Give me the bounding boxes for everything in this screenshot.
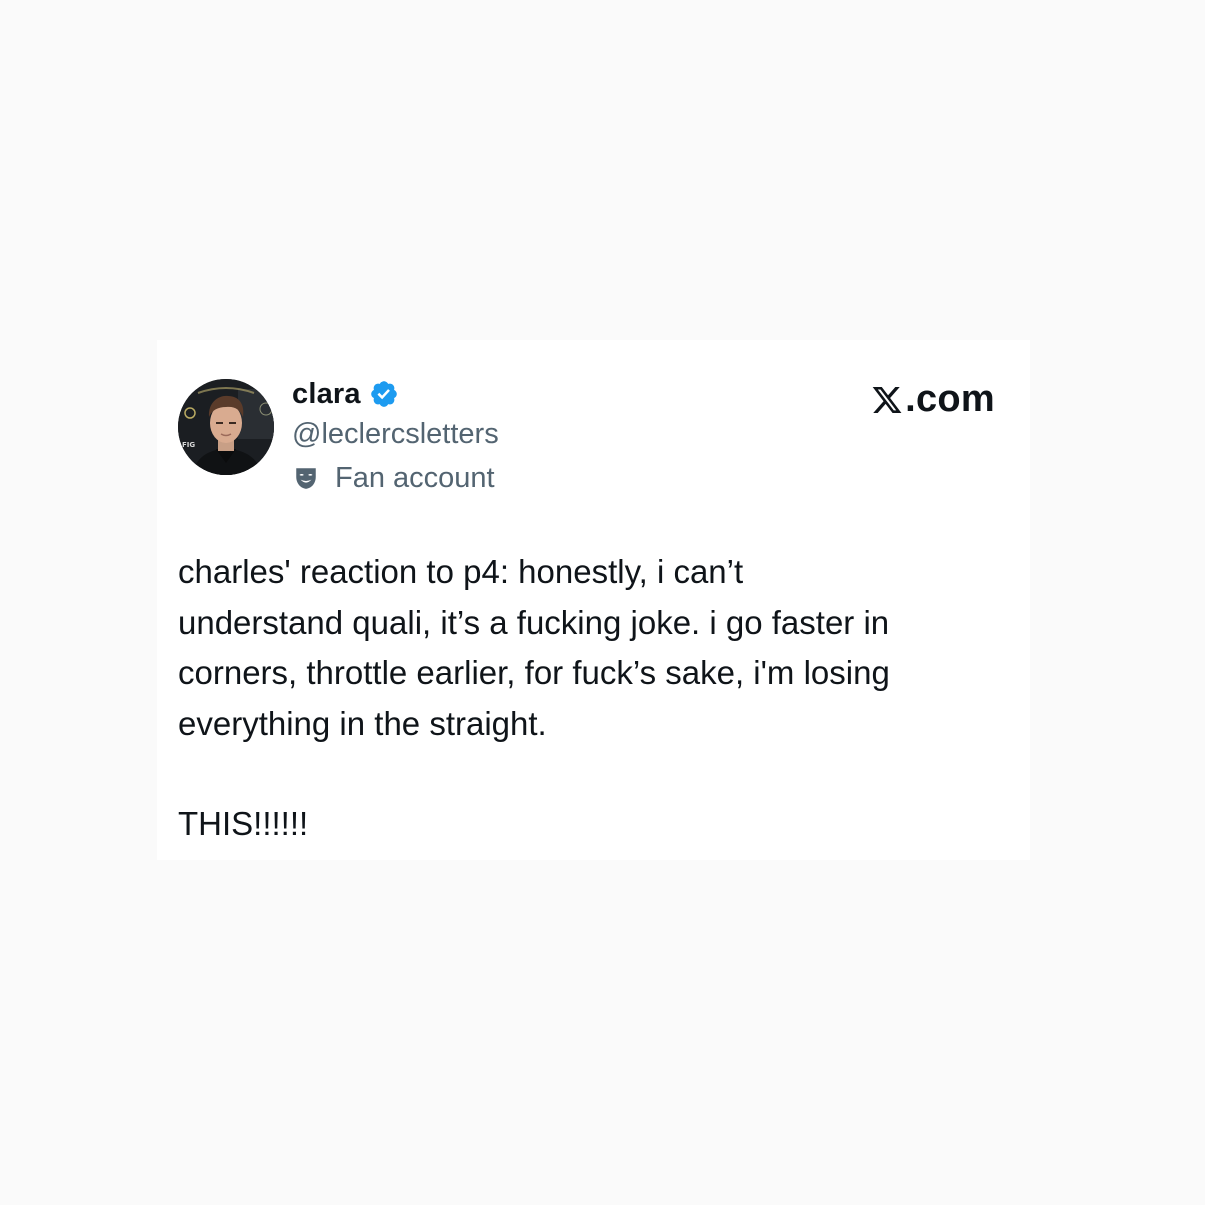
affiliation-row: Fan account (292, 456, 499, 500)
theater-mask-icon (293, 465, 319, 491)
tweet-text: charles' reaction to p4: honestly, i can… (178, 553, 890, 742)
affiliation-label[interactable]: Fan account (335, 462, 495, 495)
brand-suffix: .com (905, 378, 995, 420)
avatar[interactable]: FIG (178, 379, 274, 475)
tweet-body: charles' reaction to p4: honestly, i can… (178, 547, 1008, 850)
author-block: clara @leclercsletters Fan account (292, 373, 499, 500)
x-logo-icon (870, 384, 904, 416)
name-row: clara (292, 373, 499, 415)
profile-photo: FIG (178, 379, 274, 475)
svg-text:FIG: FIG (182, 441, 195, 449)
handle[interactable]: @leclercsletters (292, 413, 499, 455)
display-name[interactable]: clara (292, 378, 361, 411)
tweet-card: FIG clara @leclercsletters Fan account .… (157, 340, 1030, 860)
x-brand: .com (870, 378, 995, 421)
tweet-text-followup: THIS!!!!!! (178, 805, 309, 842)
verified-badge-icon (369, 379, 399, 409)
